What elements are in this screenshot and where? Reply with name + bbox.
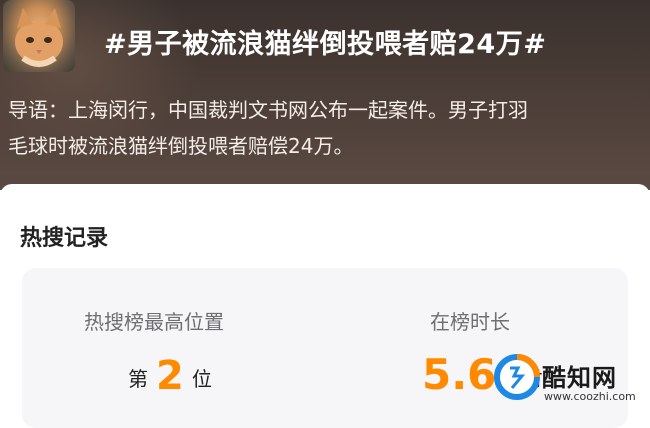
intro-text: 导语：上海闵行，中国裁判文书网公布一起案件。男子打羽 毛球时被流浪猫绊倒投喂者赔…: [8, 92, 644, 164]
duration-label: 在榜时长: [430, 310, 510, 334]
rank-number: 2: [156, 353, 184, 399]
watermark-url: www.coozhi.com: [544, 390, 636, 403]
cat-thumbnail[interactable]: [3, 0, 75, 72]
rank-prefix: 第: [128, 367, 148, 391]
card-title: 热搜记录: [20, 226, 109, 251]
duration-number: 5.6: [422, 350, 497, 399]
intro-line-2: 毛球时被流浪猫绊倒投喂者赔偿24万。: [8, 134, 354, 158]
intro-line-1: 导语：上海闵行，中国裁判文书网公布一起案件。男子打羽: [8, 98, 528, 122]
hashtag-title[interactable]: #男子被流浪猫绊倒投喂者赔24万#: [104, 22, 644, 61]
watermark: 酷知网 www.coozhi.com: [494, 352, 646, 412]
rank-suffix: 位: [191, 367, 212, 391]
peak-rank-label: 热搜榜最高位置: [84, 310, 224, 334]
watermark-name: 酷知网: [542, 364, 617, 392]
orange-cat-icon: [15, 8, 63, 67]
topic-header: #男子被流浪猫绊倒投喂者赔24万# 导语：上海闵行，中国裁判文书网公布一起案件。…: [0, 0, 650, 190]
peak-rank-value: 第 2 位: [128, 352, 212, 398]
coozhi-logo-icon: [494, 354, 540, 400]
